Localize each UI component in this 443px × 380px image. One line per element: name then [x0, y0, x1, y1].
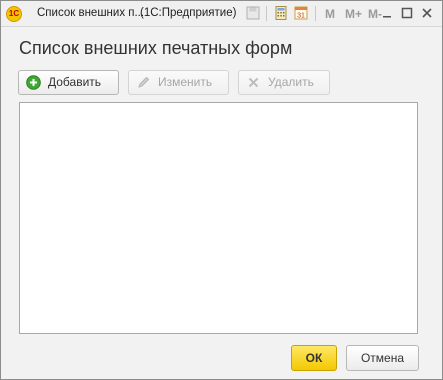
window-title: Список внешних п... — [37, 7, 145, 19]
delete-button-label: Удалить — [268, 75, 314, 89]
cancel-button[interactable]: Отмена — [346, 345, 419, 371]
app-icon[interactable]: 1С — [6, 6, 22, 22]
delete-button[interactable]: Удалить — [238, 70, 330, 95]
ok-button[interactable]: ОК — [291, 345, 337, 371]
maximize-icon[interactable] — [399, 5, 415, 21]
print-forms-list[interactable] — [19, 102, 418, 334]
delete-icon — [248, 77, 259, 88]
memory-plus-button[interactable]: M+ — [345, 7, 362, 21]
toolbar-separator — [266, 6, 267, 21]
svg-text:31: 31 — [297, 13, 305, 20]
add-button-label: Добавить — [48, 75, 102, 89]
calendar-icon[interactable]: 31 — [293, 5, 309, 21]
add-icon — [26, 75, 41, 90]
add-button[interactable]: Добавить — [18, 70, 119, 95]
calculator-icon[interactable] — [273, 5, 289, 21]
dialog-window: 1С Список внешних п... (1С:Предприятие) … — [0, 0, 443, 380]
title-bar[interactable]: 1С Список внешних п... (1С:Предприятие) … — [1, 1, 442, 27]
window-app-name: (1С:Предприятие) — [140, 7, 237, 19]
toolbar-separator — [315, 6, 316, 21]
save-icon[interactable] — [245, 5, 261, 21]
close-icon[interactable] — [419, 5, 435, 21]
minimize-icon[interactable] — [379, 5, 395, 21]
memory-button[interactable]: M — [325, 7, 335, 21]
edit-icon — [138, 76, 150, 88]
form-title: Список внешних печатных форм — [19, 38, 293, 58]
edit-button-label: Изменить — [158, 75, 213, 89]
edit-button[interactable]: Изменить — [128, 70, 229, 95]
